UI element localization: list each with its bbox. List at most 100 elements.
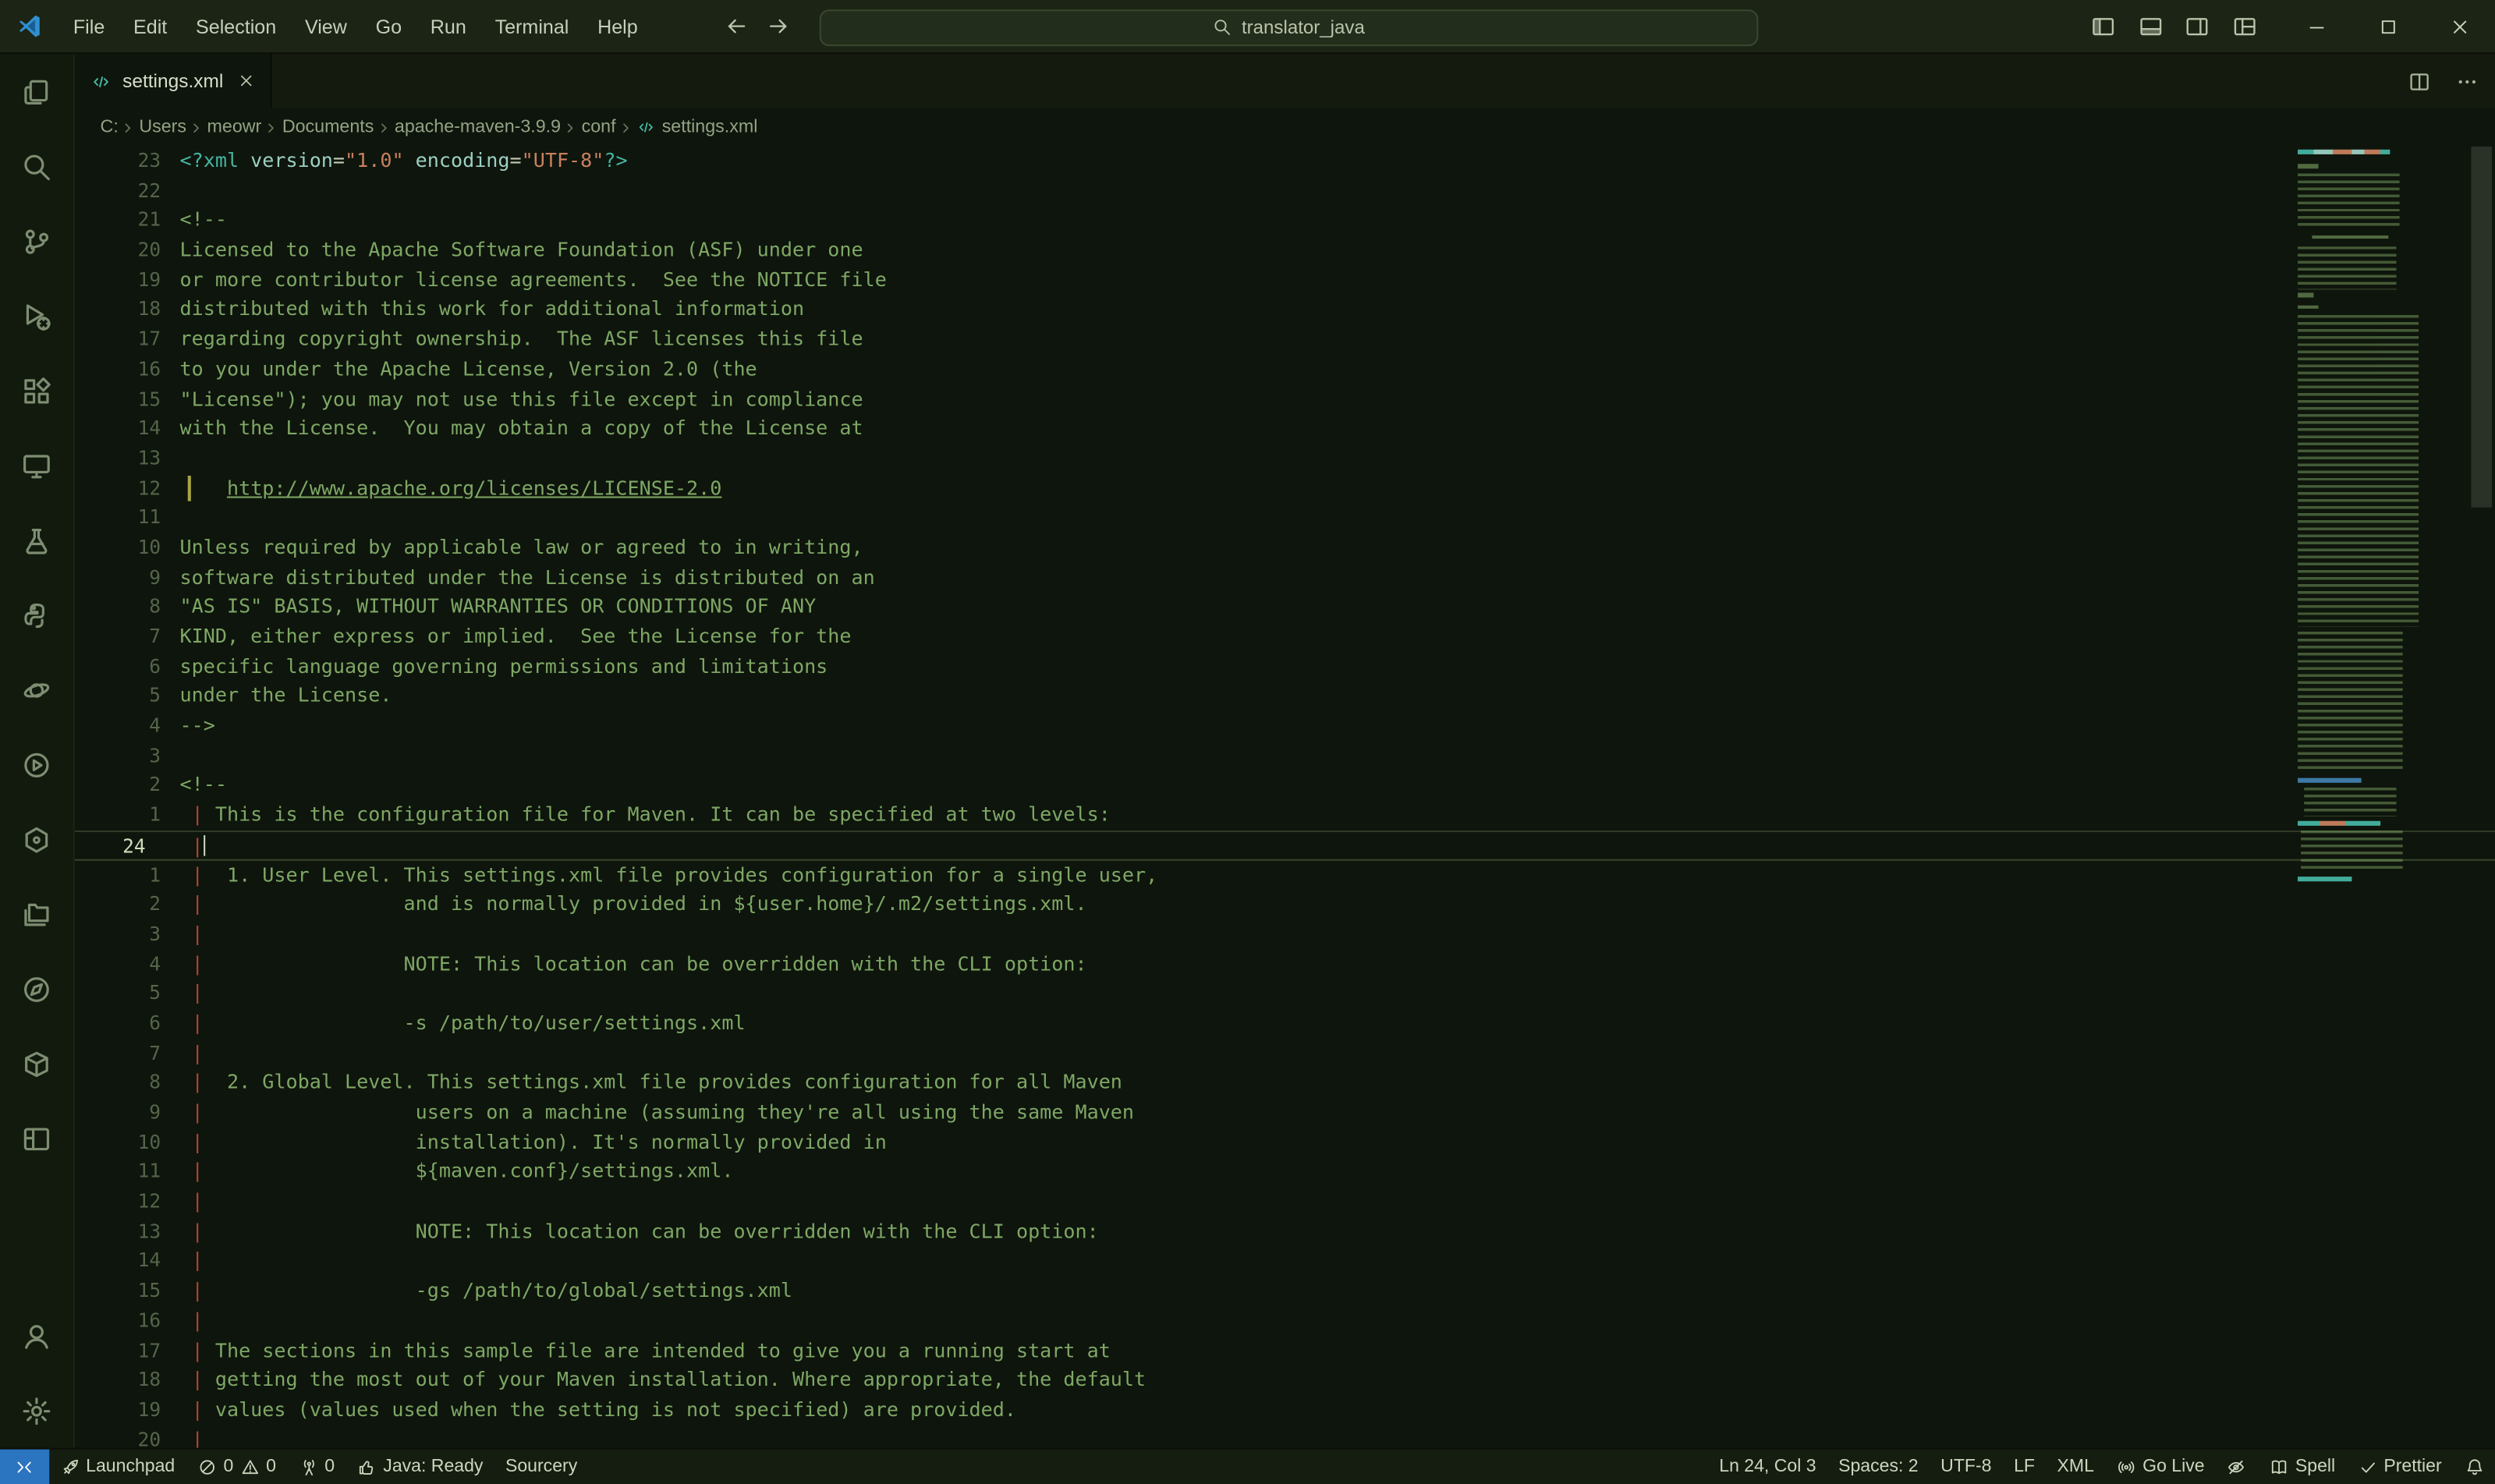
- status-cursor-position[interactable]: Ln 24, Col 3: [1708, 1450, 1827, 1484]
- code-line[interactable]: 8"AS IS" BASIS, WITHOUT WARRANTIES OR CO…: [75, 593, 2495, 622]
- status-encoding[interactable]: UTF-8: [1930, 1450, 2003, 1484]
- code-line[interactable]: 15 | -gs /path/to/global/settings.xml: [75, 1276, 2495, 1305]
- activity-run-debug[interactable]: [0, 278, 74, 353]
- code-line[interactable]: 15"License"); you may not use this file …: [75, 384, 2495, 414]
- code-line[interactable]: 12 http://www.apache.org/licenses/LICENS…: [75, 473, 2495, 503]
- code-line[interactable]: 9 | users on a machine (assuming they're…: [75, 1098, 2495, 1128]
- status-spell-checker[interactable]: Spell: [2258, 1450, 2346, 1484]
- code-line[interactable]: 6specific language governing permissions…: [75, 652, 2495, 682]
- maximize-button[interactable]: [2351, 0, 2423, 54]
- toggle-panel-button[interactable]: [2127, 0, 2174, 54]
- tab-close-icon[interactable]: [236, 72, 254, 90]
- code-line[interactable]: 1 | 1. User Level. This settings.xml fil…: [75, 860, 2495, 890]
- breadcrumb-item[interactable]: Users: [137, 118, 188, 136]
- code-line[interactable]: 13: [75, 444, 2495, 473]
- code-line[interactable]: 23<?xml version="1.0" encoding="UTF-8"?>: [75, 147, 2495, 176]
- code-line[interactable]: 18distributed with this work for additio…: [75, 295, 2495, 324]
- code-line[interactable]: 20Licensed to the Apache Software Founda…: [75, 236, 2495, 265]
- code-line[interactable]: 16 |: [75, 1306, 2495, 1336]
- vertical-scrollbar[interactable]: [2468, 147, 2495, 1448]
- code-line[interactable]: 7 |: [75, 1038, 2495, 1068]
- code-line[interactable]: 24 |: [75, 831, 2495, 860]
- code-line[interactable]: 19 | values (values used when the settin…: [75, 1395, 2495, 1425]
- code-line[interactable]: 3 |: [75, 919, 2495, 949]
- activity-jupyter[interactable]: [0, 652, 74, 727]
- toggle-sidebar-left-button[interactable]: [2080, 0, 2127, 54]
- activity-layouts[interactable]: [0, 1101, 74, 1176]
- code-line[interactable]: 9software distributed under the License …: [75, 562, 2495, 592]
- code-line[interactable]: 20 |: [75, 1425, 2495, 1447]
- customize-layout-button[interactable]: [2220, 0, 2267, 54]
- status-notifications[interactable]: [2453, 1450, 2495, 1484]
- menu-edit[interactable]: Edit: [119, 9, 182, 44]
- menu-selection[interactable]: Selection: [182, 9, 291, 44]
- minimap[interactable]: [2290, 147, 2468, 1448]
- code-line[interactable]: 22: [75, 176, 2495, 206]
- activity-source-control[interactable]: [0, 204, 74, 278]
- menu-go[interactable]: Go: [361, 9, 416, 44]
- menu-help[interactable]: Help: [583, 9, 652, 44]
- code-line[interactable]: 21<!--: [75, 206, 2495, 236]
- status-remote[interactable]: [0, 1450, 48, 1484]
- activity-extensions[interactable]: [0, 353, 74, 428]
- code-line[interactable]: 13 | NOTE: This location can be overridd…: [75, 1217, 2495, 1246]
- code-line[interactable]: 2 | and is normally provided in ${user.h…: [75, 890, 2495, 919]
- code-line[interactable]: 10 | installation). It's normally provid…: [75, 1128, 2495, 1157]
- activity-explorer[interactable]: [0, 54, 74, 129]
- code-line[interactable]: 11 | ${maven.conf}/settings.xml.: [75, 1157, 2495, 1187]
- code-line[interactable]: 5under the License.: [75, 682, 2495, 711]
- tab-settings-xml[interactable]: settings.xml: [75, 54, 272, 108]
- status-eol[interactable]: LF: [2003, 1450, 2046, 1484]
- status-visibility[interactable]: [2216, 1450, 2258, 1484]
- code-line[interactable]: 4-->: [75, 711, 2495, 741]
- code-line[interactable]: 14 |: [75, 1246, 2495, 1276]
- status-launchpad[interactable]: Launchpad: [48, 1450, 186, 1484]
- code-line[interactable]: 1 | This is the configuration file for M…: [75, 800, 2495, 830]
- minimize-button[interactable]: [2281, 0, 2352, 54]
- forward-button[interactable]: [767, 14, 791, 38]
- split-editor-button[interactable]: [2408, 69, 2432, 94]
- breadcrumb-item[interactable]: settings.xml: [635, 118, 759, 136]
- menu-view[interactable]: View: [291, 9, 362, 44]
- breadcrumb-item[interactable]: meowr: [206, 118, 264, 136]
- back-button[interactable]: [724, 14, 748, 38]
- code-line[interactable]: 2<!--: [75, 770, 2495, 800]
- code-line[interactable]: 4 | NOTE: This location can be overridde…: [75, 949, 2495, 979]
- breadcrumb-item[interactable]: Documents: [281, 118, 376, 136]
- status-ports[interactable]: 0: [287, 1450, 346, 1484]
- code-line[interactable]: 14with the License. You may obtain a cop…: [75, 414, 2495, 444]
- activity-testing[interactable]: [0, 503, 74, 578]
- status-java-status[interactable]: Java: Ready: [346, 1450, 494, 1484]
- code-line[interactable]: 18 | getting the most out of your Maven …: [75, 1365, 2495, 1395]
- menu-run[interactable]: Run: [416, 9, 480, 44]
- menu-file[interactable]: File: [58, 9, 119, 44]
- activity-kubernetes[interactable]: [0, 802, 74, 877]
- code-line[interactable]: 10Unless required by applicable law or a…: [75, 533, 2495, 562]
- code-line[interactable]: 6 | -s /path/to/user/settings.xml: [75, 1008, 2495, 1038]
- activity-search[interactable]: [0, 129, 74, 204]
- close-button[interactable]: [2423, 0, 2495, 54]
- code-line[interactable]: 7KIND, either express or implied. See th…: [75, 622, 2495, 652]
- more-actions-button[interactable]: [2455, 69, 2479, 94]
- code-line[interactable]: 19or more contributor license agreements…: [75, 265, 2495, 295]
- toggle-sidebar-right-button[interactable]: [2174, 0, 2220, 54]
- code-line[interactable]: 5 |: [75, 979, 2495, 1008]
- code-line[interactable]: 17 | The sections in this sample file ar…: [75, 1336, 2495, 1365]
- code-line[interactable]: 12 |: [75, 1187, 2495, 1217]
- code-line[interactable]: 11: [75, 503, 2495, 533]
- code-line[interactable]: 17regarding copyright ownership. The ASF…: [75, 324, 2495, 354]
- status-problems[interactable]: 00: [186, 1450, 288, 1484]
- activity-live-preview[interactable]: [0, 951, 74, 1026]
- status-sourcery[interactable]: Sourcery: [494, 1450, 589, 1484]
- status-language-mode[interactable]: XML: [2046, 1450, 2105, 1484]
- breadcrumb-item[interactable]: conf: [580, 118, 618, 136]
- status-indentation[interactable]: Spaces: 2: [1827, 1450, 1930, 1484]
- code-line[interactable]: 3: [75, 741, 2495, 770]
- command-center-search[interactable]: translator_java: [820, 9, 1759, 45]
- code-line[interactable]: 16to you under the Apache License, Versi…: [75, 355, 2495, 384]
- activity-maven[interactable]: [0, 1026, 74, 1101]
- breadcrumb-item[interactable]: C:: [98, 118, 119, 136]
- activity-accounts[interactable]: [0, 1298, 74, 1373]
- status-prettier[interactable]: Prettier: [2346, 1450, 2453, 1484]
- activity-project-manager[interactable]: [0, 877, 74, 951]
